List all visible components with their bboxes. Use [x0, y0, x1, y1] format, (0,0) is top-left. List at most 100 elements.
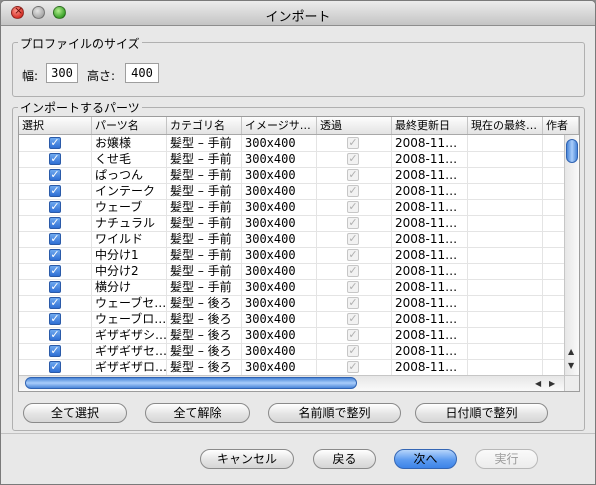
select-cell: ✓ — [19, 263, 92, 279]
column-header-select[interactable]: 選択 — [19, 117, 92, 134]
table-row[interactable]: ✓ 中分け2 髪型 – 手前 300x400 ✓ 2008-11… — [19, 263, 579, 280]
checkmark-icon[interactable]: ✓ — [49, 185, 61, 197]
checkmark-icon[interactable]: ✓ — [49, 249, 61, 261]
checkmark-icon[interactable]: ✓ — [49, 361, 61, 373]
category-cell: 髪型 – 後ろ — [167, 359, 242, 375]
checkmark-icon[interactable]: ✓ — [49, 281, 61, 293]
checkmark-icon[interactable]: ✓ — [49, 217, 61, 229]
image-size-cell: 300x400 — [242, 135, 317, 151]
category-cell: 髪型 – 後ろ — [167, 327, 242, 343]
category-cell: 髪型 – 手前 — [167, 247, 242, 263]
column-header-last-modified[interactable]: 最終更新日 — [392, 117, 468, 134]
part-name-cell: インテーク — [92, 183, 167, 199]
execute-button[interactable]: 実行 — [475, 449, 538, 469]
image-size-cell: 300x400 — [242, 263, 317, 279]
current-last-cell — [468, 183, 543, 199]
category-cell: 髪型 – 手前 — [167, 231, 242, 247]
checkmark-icon[interactable]: ✓ — [49, 137, 61, 149]
transparent-cell: ✓ — [317, 135, 392, 151]
next-button[interactable]: 次へ — [394, 449, 457, 469]
arrow-right-icon[interactable]: ▶ — [549, 379, 555, 388]
category-cell: 髪型 – 手前 — [167, 279, 242, 295]
checkmark-icon: ✓ — [347, 360, 359, 373]
table-row[interactable]: ✓ くせ毛 髪型 – 手前 300x400 ✓ 2008-11… — [19, 151, 579, 168]
checkmark-icon[interactable]: ✓ — [49, 201, 61, 213]
table-row[interactable]: ✓ ナチュラル 髪型 – 手前 300x400 ✓ 2008-11… — [19, 215, 579, 232]
part-name-cell: ぱっつん — [92, 167, 167, 183]
horizontal-scroll-thumb[interactable] — [25, 377, 357, 389]
last-modified-cell: 2008-11… — [392, 167, 468, 183]
transparent-cell: ✓ — [317, 263, 392, 279]
vertical-scrollbar[interactable]: ▲ ▼ — [564, 135, 579, 375]
deselect-all-button[interactable]: 全て解除 — [145, 403, 250, 423]
cancel-button[interactable]: キャンセル — [200, 449, 294, 469]
arrow-up-icon[interactable]: ▲ — [568, 347, 574, 356]
last-modified-cell: 2008-11… — [392, 327, 468, 343]
sort-by-name-button[interactable]: 名前順で整列 — [268, 403, 401, 423]
transparent-cell: ✓ — [317, 343, 392, 359]
table-row[interactable]: ✓ ウェーブセ… 髪型 – 後ろ 300x400 ✓ 2008-11… — [19, 295, 579, 312]
checkmark-icon[interactable]: ✓ — [49, 169, 61, 181]
checkmark-icon[interactable]: ✓ — [49, 233, 61, 245]
current-last-cell — [468, 151, 543, 167]
column-header-author[interactable]: 作者 — [543, 117, 579, 134]
image-size-cell: 300x400 — [242, 279, 317, 295]
category-cell: 髪型 – 手前 — [167, 167, 242, 183]
image-size-cell: 300x400 — [242, 183, 317, 199]
table-row[interactable]: ✓ お嬢様 髪型 – 手前 300x400 ✓ 2008-11… — [19, 135, 579, 152]
table-row[interactable]: ✓ ギザギザシ… 髪型 – 後ろ 300x400 ✓ 2008-11… — [19, 327, 579, 344]
table-row[interactable]: ✓ ギザギザセ… 髪型 – 後ろ 300x400 ✓ 2008-11… — [19, 343, 579, 360]
checkmark-icon[interactable]: ✓ — [49, 153, 61, 165]
select-cell: ✓ — [19, 135, 92, 151]
select-all-button[interactable]: 全て選択 — [23, 403, 127, 423]
column-header-part-name[interactable]: パーツ名 — [92, 117, 167, 134]
table-row[interactable]: ✓ 中分け1 髪型 – 手前 300x400 ✓ 2008-11… — [19, 247, 579, 264]
table-row[interactable]: ✓ ワイルド 髪型 – 手前 300x400 ✓ 2008-11… — [19, 231, 579, 248]
table-row[interactable]: ✓ 横分け 髪型 – 手前 300x400 ✓ 2008-11… — [19, 279, 579, 296]
current-last-cell — [468, 263, 543, 279]
checkmark-icon[interactable]: ✓ — [49, 265, 61, 277]
arrow-left-icon[interactable]: ◀ — [535, 379, 541, 388]
checkmark-icon: ✓ — [347, 168, 359, 181]
image-size-cell: 300x400 — [242, 343, 317, 359]
checkmark-icon[interactable]: ✓ — [49, 345, 61, 357]
transparent-cell: ✓ — [317, 167, 392, 183]
parts-table[interactable]: 選択 パーツ名 カテゴリ名 イメージサ… 透過 最終更新日 現在の最終… 作者 ✓ お嬢様 髪型 … — [18, 116, 580, 392]
checkmark-icon[interactable]: ✓ — [49, 329, 61, 341]
category-cell: 髪型 – 後ろ — [167, 295, 242, 311]
height-field[interactable]: 400 — [125, 63, 159, 83]
transparent-cell: ✓ — [317, 327, 392, 343]
table-row[interactable]: ✓ ぱっつん 髪型 – 手前 300x400 ✓ 2008-11… — [19, 167, 579, 184]
table-row[interactable]: ✓ ウェーブロ… 髪型 – 後ろ 300x400 ✓ 2008-11… — [19, 311, 579, 328]
checkmark-icon[interactable]: ✓ — [49, 313, 61, 325]
current-last-cell — [468, 247, 543, 263]
category-cell: 髪型 – 後ろ — [167, 343, 242, 359]
select-cell: ✓ — [19, 359, 92, 375]
transparent-cell: ✓ — [317, 279, 392, 295]
select-cell: ✓ — [19, 279, 92, 295]
checkmark-icon[interactable]: ✓ — [49, 297, 61, 309]
select-cell: ✓ — [19, 167, 92, 183]
table-row[interactable]: ✓ ウェーブ 髪型 – 手前 300x400 ✓ 2008-11… — [19, 199, 579, 216]
footer-divider — [1, 433, 595, 434]
transparent-cell: ✓ — [317, 295, 392, 311]
column-header-current-last[interactable]: 現在の最終… — [468, 117, 543, 134]
part-name-cell: ウェーブ — [92, 199, 167, 215]
vertical-scroll-thumb[interactable] — [566, 139, 578, 163]
current-last-cell — [468, 231, 543, 247]
last-modified-cell: 2008-11… — [392, 295, 468, 311]
back-button[interactable]: 戻る — [313, 449, 376, 469]
horizontal-scrollbar[interactable]: ◀ ▶ — [19, 375, 564, 391]
width-field[interactable]: 300 — [46, 63, 78, 83]
category-cell: 髪型 – 手前 — [167, 263, 242, 279]
column-header-category[interactable]: カテゴリ名 — [167, 117, 242, 134]
column-header-transparent[interactable]: 透過 — [317, 117, 392, 134]
category-cell: 髪型 – 手前 — [167, 151, 242, 167]
column-header-image-size[interactable]: イメージサ… — [242, 117, 317, 134]
table-row[interactable]: ✓ ギザギザロ… 髪型 – 後ろ 300x400 ✓ 2008-11… — [19, 359, 579, 376]
width-label: 幅: — [22, 69, 39, 83]
arrow-down-icon[interactable]: ▼ — [568, 361, 574, 370]
sort-by-date-button[interactable]: 日付順で整列 — [415, 403, 548, 423]
select-cell: ✓ — [19, 215, 92, 231]
table-row[interactable]: ✓ インテーク 髪型 – 手前 300x400 ✓ 2008-11… — [19, 183, 579, 200]
